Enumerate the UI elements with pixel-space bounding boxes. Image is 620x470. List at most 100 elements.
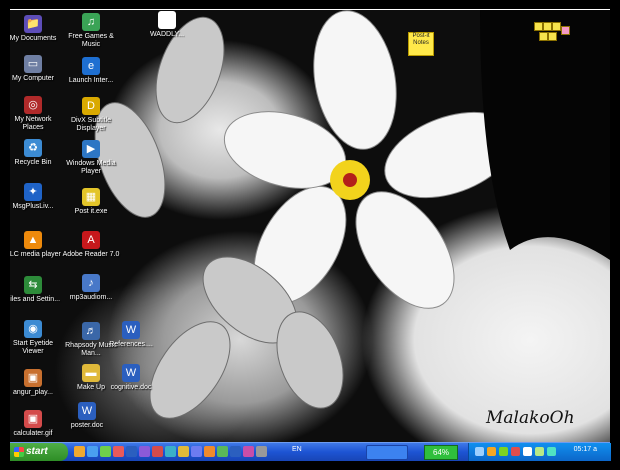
tray-messenger-icon[interactable] [499,447,508,456]
desktop-icon-image: W [122,321,140,339]
desktop-icon[interactable]: D DivX Subtitle Displayer [62,97,120,133]
quick-launch-icon[interactable] [139,446,150,457]
tray-update-icon[interactable] [535,447,544,456]
desktop-icon-image: ▣ [24,410,42,428]
desktop-icon[interactable]: Wcognitive.doc [102,364,160,392]
desktop-icon-label: Post it.exe [74,208,108,215]
sticky-notes-cluster[interactable] [534,21,570,43]
battery-meter[interactable]: 64% [424,445,458,460]
post-it-notes-widget[interactable]: Post-it Notes [408,32,434,56]
tray-volume-icon[interactable] [523,447,532,456]
desktop-icon[interactable]: ▲ VLC media player [10,231,62,259]
frame-top [10,9,610,10]
quick-launch-icon[interactable] [113,446,124,457]
quick-launch-icon[interactable] [100,446,111,457]
desktop: 📁 My Documents ♫ Free Games & Music ▤ WADDLY.… [10,10,610,442]
desktop-icon-image: ▭ [24,55,42,73]
windows-logo-icon [14,447,24,457]
desktop-icon-label: Launch Inter... [68,77,114,84]
desktop-icon-label: Recycle Bin [14,159,52,166]
desktop-icon[interactable]: ◉ Start Eyetide Viewer [10,320,62,356]
desktop-icon-image: W [78,402,96,420]
wallpaper-signature: MalakoOh [486,408,575,428]
taskbar: start EN 64% 05:17 a [10,442,611,461]
desktop-icon[interactable]: ▣ calculater.gif [10,410,62,438]
tray-antivirus-icon[interactable] [511,447,520,456]
desktop-icon-label: My Documents [10,35,57,42]
quick-launch-icon[interactable] [126,446,137,457]
desktop-icon-image: ♬ [82,322,100,340]
desktop-icon[interactable]: Wposter.doc [58,402,116,430]
desktop-icon-label: My Network Places [14,116,52,131]
desktop-icon[interactable]: ♪ mp3audiom... [62,274,120,302]
tray-connection-icon[interactable] [547,447,556,456]
desktop-icon-image: ▣ [24,369,42,387]
note-icon [543,22,552,31]
desktop-icon-label: angur_play... [13,389,53,396]
desktop-icon[interactable]: ◎ My Network Places [10,96,62,132]
desktop-icon-label: WADDLY... [149,31,185,38]
desktop-icon[interactable]: ▤ WADDLY... [138,11,196,39]
desktop-icon[interactable]: ✦ MsgPlusLiv... [10,183,62,211]
desktop-icon-label: Free Games & Music [68,33,114,48]
desktop-icon[interactable]: A Adobe Reader 7.0 [62,231,120,259]
desktop-icon[interactable]: ▦ Post it.exe [62,188,120,216]
desktop-icon[interactable]: W References.... [102,321,160,349]
note-icon [534,22,543,31]
desktop-icon[interactable]: ▭ My Computer [10,55,62,83]
quick-launch-icon[interactable] [74,446,85,457]
desktop-icon-label: MsgPlusLiv... [12,203,54,210]
desktop-icon-label: DivX Subtitle Displayer [70,117,112,132]
desktop-icon-image: ▶ [82,140,100,158]
desktop-icon-label: VLC media player [10,251,61,258]
desktop-icon-image: e [82,57,100,75]
quick-launch-icon[interactable] [191,446,202,457]
quick-launch-icon[interactable] [178,446,189,457]
quick-launch-icon[interactable] [165,446,176,457]
desktop-icon-image: D [82,97,100,115]
desktop-icon-image: ▦ [82,188,100,206]
start-button[interactable]: start [10,443,68,461]
desktop-icon[interactable]: ▣ angur_play... [10,369,62,397]
desktop-icon-image: ▤ [158,11,176,29]
note-icon [552,22,561,31]
start-label: start [26,446,48,457]
desktop-icon[interactable]: ♫ Free Games & Music [62,13,120,49]
quick-launch-icon[interactable] [230,446,241,457]
post-it-notes-label: Post-it Notes [412,33,430,46]
desktop-icon-image: ▲ [24,231,42,249]
desktop-icon-label: poster.doc [70,422,104,429]
desktop-icon-label: Windows Media Player [66,160,116,175]
desktop-icon[interactable]: ⇆ Files and Settin... [10,276,62,304]
desktop-icon-image: ◎ [24,96,42,114]
desktop-icon-image: ♻ [24,139,42,157]
note-icon [539,32,548,41]
desktop-icon-image: ♫ [82,13,100,31]
quick-launch-icon[interactable] [204,446,215,457]
desktop-icon-label: mp3audiom... [69,294,113,301]
desktop-icon-label: Make Up [76,384,105,391]
desktop-icon-image: ▬ [82,364,100,382]
clock[interactable]: 05:17 a [574,446,597,453]
note-icon [561,26,570,35]
language-indicator[interactable]: EN [292,446,302,453]
tray-security-icon[interactable] [487,447,496,456]
quick-launch-icon[interactable] [217,446,228,457]
desktop-icon-label: My Computer [11,75,54,82]
desktop-icon-label: cognitive.doc [110,384,152,391]
desktop-icon-image: ◉ [24,320,42,338]
desktop-icon[interactable]: e Launch Inter... [62,57,120,85]
tray-network-icon[interactable] [475,447,484,456]
desktop-icon[interactable]: ▶ Windows Media Player [62,140,120,176]
quick-launch-icon[interactable] [243,446,254,457]
quick-launch-icon[interactable] [256,446,267,457]
quick-launch-icon[interactable] [152,446,163,457]
desktop-icon-image: W [122,364,140,382]
quick-launch-icon[interactable] [87,446,98,457]
desktop-icon[interactable]: 📁 My Documents [10,15,62,43]
desktop-icon[interactable]: ♻ Recycle Bin [10,139,62,167]
desktop-icon-image: 📁 [24,15,42,33]
taskbar-window-button[interactable] [366,445,408,460]
system-tray: 05:17 a [468,443,611,461]
desktop-icon-image: ✦ [24,183,42,201]
